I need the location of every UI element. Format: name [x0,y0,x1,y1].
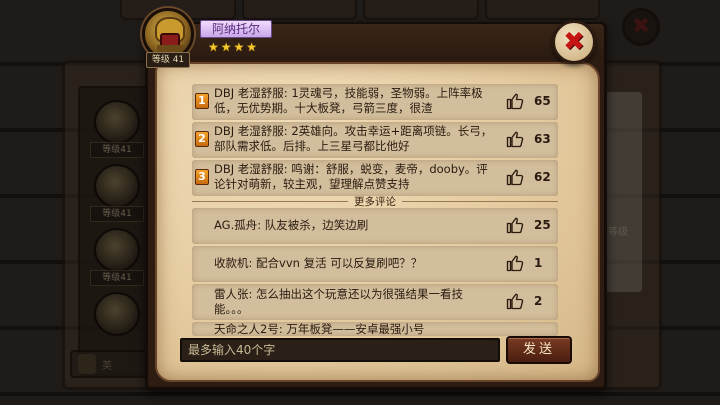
rank-badge: 3 [195,169,209,185]
thumbs-up-icon[interactable] [506,168,524,186]
thumbs-up-icon[interactable] [506,92,524,110]
hero-level-badge: 等级 41 [146,52,190,68]
rank-badge: 2 [195,131,209,147]
comment-text: 天命之人2号: 万年板凳——安卓最强小号 [214,322,425,336]
like-group: 2 [506,292,552,310]
comment-item: AG.孤舟: 队友被杀，边笑边刷 25 [192,208,558,244]
like-count: 25 [534,218,551,232]
like-group: 63 [506,130,552,148]
comment-text: 雷人张: 怎么抽出这个玩意还以为很强结果一看技能。。。 [214,287,464,316]
like-count: 1 [534,256,543,270]
comment-item: 雷人张: 怎么抽出这个玩意还以为很强结果一看技能。。。 2 [192,284,558,320]
thumbs-up-icon[interactable] [506,292,524,310]
like-group: 62 [506,168,552,186]
like-count: 63 [534,132,551,146]
star-icon: ★ [233,40,245,54]
more-comments-label: 更多评论 [354,195,396,208]
hero-name-tag: 阿纳托尔 [200,20,272,38]
send-button[interactable]: 发送 [506,336,572,364]
close-icon: ✖ [563,27,585,57]
star-icon: ★ [220,40,232,54]
comment-text: DBJ 老湿舒服: 1灵魂弓，技能弱，圣物弱。上阵率极低，无优势期。十大板凳，弓… [214,86,483,115]
thumbs-up-icon[interactable] [506,216,524,234]
top-comment-item: 1 DBJ 老湿舒服: 1灵魂弓，技能弱，圣物弱。上阵率极低，无优势期。十大板凳… [192,84,558,120]
hero-star-rating: ★ ★ ★ ★ [208,40,257,54]
rank-badge: 1 [195,93,209,109]
top-comment-item: 2 DBJ 老湿舒服: 2英雄向。攻击幸运+距离项链。长弓，部队需求低。后排。上… [192,122,558,158]
comment-item: 收款机: 配合vvn 复活 可以反复刷吧？？ 1 [192,246,558,282]
like-group: 1 [506,254,552,272]
comment-text: DBJ 老湿舒服: 2英雄向。攻击幸运+距离项链。长弓，部队需求低。后排。上三星… [214,124,493,153]
star-icon: ★ [246,40,258,54]
star-icon: ★ [208,40,219,54]
comment-input[interactable]: 最多输入40个字 [180,338,500,362]
like-group: 25 [506,216,552,234]
like-count: 2 [534,294,543,308]
comment-item: 天命之人2号: 万年板凳——安卓最强小号 [192,322,558,336]
top-comment-item: 3 DBJ 老湿舒服: 鸣谢：舒服，蜕变，麦帝，dooby。评论针对萌新，较主观… [192,160,558,196]
like-group: 65 [506,92,552,110]
comment-text: AG.孤舟: 队友被杀，边笑边刷 [214,218,369,232]
close-button[interactable]: ✖ [552,20,596,64]
like-count: 65 [534,94,551,108]
comment-text: DBJ 老湿舒服: 鸣谢：舒服，蜕变，麦帝，dooby。评论针对萌新，较主观，望… [214,162,488,191]
more-comments-divider: 更多评论 [192,194,558,208]
comment-text: 收款机: 配合vvn 复活 可以反复刷吧？？ [214,256,423,270]
like-count: 62 [534,170,551,184]
thumbs-up-icon[interactable] [506,254,524,272]
thumbs-up-icon[interactable] [506,130,524,148]
